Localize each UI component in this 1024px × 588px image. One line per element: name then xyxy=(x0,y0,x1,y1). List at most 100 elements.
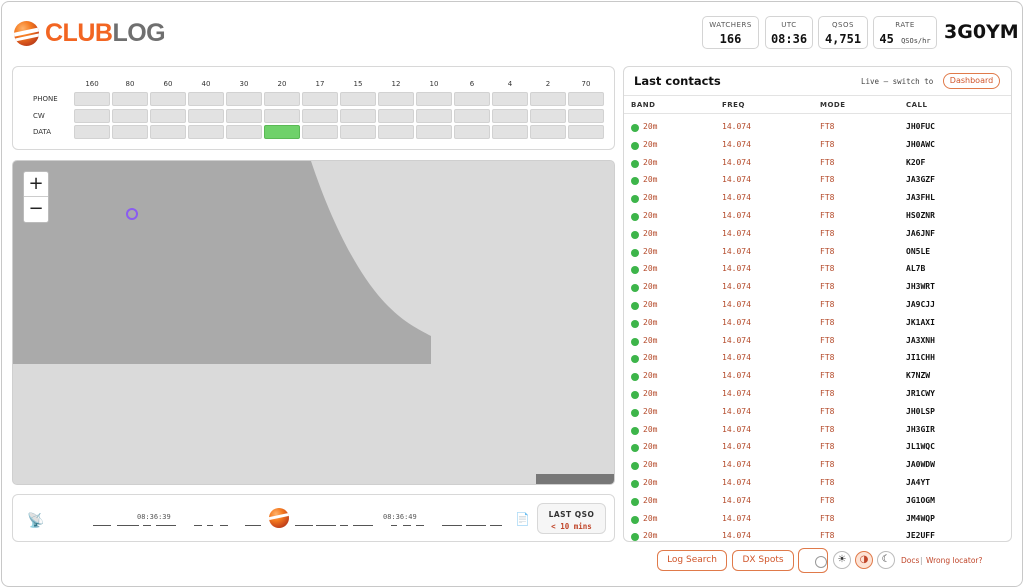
contact-row[interactable]: 20m 14.074 FT8 JK1AXI xyxy=(624,316,1011,334)
band-cell-data-12[interactable] xyxy=(378,125,414,139)
dx-spots-button[interactable]: DX Spots xyxy=(732,550,794,571)
band-cell-phone-17[interactable] xyxy=(302,92,338,106)
band-cell-data-40[interactable] xyxy=(188,125,224,139)
contact-row[interactable]: 20m 14.074 FT8 JA3FHL xyxy=(624,191,1011,209)
clublog-logo[interactable]: CLUB LOG xyxy=(14,19,166,48)
band-cell-data-17[interactable] xyxy=(302,125,338,139)
contact-row[interactable]: 20m 14.074 FT8 JA9CJJ xyxy=(624,298,1011,316)
band-cell-data-160[interactable] xyxy=(74,125,110,139)
band-cell-phone-15[interactable] xyxy=(340,92,376,106)
contact-row[interactable]: 20m 14.074 FT8 JR1CWY xyxy=(624,387,1011,405)
contact-row[interactable]: 20m 14.074 FT8 K7NZW xyxy=(624,369,1011,387)
band-cell-data-10[interactable] xyxy=(416,125,452,139)
band-cell-cw-60[interactable] xyxy=(150,109,186,123)
contact-mode: FT8 xyxy=(820,264,835,274)
band-cell-data-15[interactable] xyxy=(340,125,376,139)
band-cell-phone-20[interactable] xyxy=(264,92,300,106)
band-cell-data-30[interactable] xyxy=(226,125,262,139)
zoom-out-button[interactable]: − xyxy=(24,197,48,222)
docs-link[interactable]: Docs xyxy=(901,556,919,565)
band-cell-cw-6[interactable] xyxy=(454,109,490,123)
qso-map[interactable]: + − xyxy=(12,160,615,485)
contact-row[interactable]: 20m 14.074 FT8 HS0ZNR xyxy=(624,209,1011,227)
dashboard-button[interactable]: Dashboard xyxy=(943,73,1000,89)
contact-row[interactable]: 20m 14.074 FT8 JM4WQP xyxy=(624,512,1011,530)
band-cell-cw-2[interactable] xyxy=(530,109,566,123)
band-cell-phone-160[interactable] xyxy=(74,92,110,106)
band-header-60: 60 xyxy=(163,80,173,88)
band-cell-data-80[interactable] xyxy=(112,125,148,139)
band-cell-phone-4[interactable] xyxy=(492,92,528,106)
contact-row[interactable]: 20m 14.074 FT8 JG1OGM xyxy=(624,494,1011,512)
band-cell-phone-30[interactable] xyxy=(226,92,262,106)
band-cell-cw-12[interactable] xyxy=(378,109,414,123)
band-cell-phone-40[interactable] xyxy=(188,92,224,106)
contact-band: 20m xyxy=(643,353,658,363)
contact-call: JK1AXI xyxy=(906,317,935,327)
band-cell-cw-4[interactable] xyxy=(492,109,528,123)
band-cell-cw-160[interactable] xyxy=(74,109,110,123)
contact-call: JH3WRT xyxy=(906,282,935,292)
band-cell-phone-70[interactable] xyxy=(568,92,604,106)
contact-row[interactable]: 20m 14.074 FT8 JA3GZF xyxy=(624,173,1011,191)
status-dot-icon xyxy=(631,124,639,132)
band-cell-data-2[interactable] xyxy=(530,125,566,139)
band-cell-phone-10[interactable] xyxy=(416,92,452,106)
contact-row[interactable]: 20m 14.074 FT8 JA6JNF xyxy=(624,227,1011,245)
contact-row[interactable]: 20m 14.074 FT8 ON5LE xyxy=(624,245,1011,263)
contact-freq: 14.074 xyxy=(722,210,751,220)
band-cell-cw-15[interactable] xyxy=(340,109,376,123)
contact-row[interactable]: 20m 14.074 FT8 JI1CHH xyxy=(624,351,1011,369)
band-cell-cw-17[interactable] xyxy=(302,109,338,123)
band-cell-cw-20[interactable] xyxy=(264,109,300,123)
band-header-17: 17 xyxy=(315,80,325,88)
band-cell-phone-80[interactable] xyxy=(112,92,148,106)
wrong-locator-link[interactable]: Wrong locator? xyxy=(926,556,982,565)
band-cell-cw-80[interactable] xyxy=(112,109,148,123)
band-cell-cw-70[interactable] xyxy=(568,109,604,123)
band-header-4: 4 xyxy=(507,80,513,88)
contact-row[interactable]: 20m 14.074 FT8 JA3XNH xyxy=(624,334,1011,352)
contact-call: JH0LSP xyxy=(906,406,935,416)
contact-row[interactable]: 20m 14.074 FT8 JL1WQC xyxy=(624,440,1011,458)
log-search-button[interactable]: Log Search xyxy=(657,550,727,571)
rate-number: 45 xyxy=(879,32,894,46)
band-cell-cw-40[interactable] xyxy=(188,109,224,123)
contact-band: 20m xyxy=(643,442,658,452)
contact-row[interactable]: 20m 14.074 FT8 JH3WRT xyxy=(624,280,1011,298)
band-cell-data-70[interactable] xyxy=(568,125,604,139)
contact-freq: 14.074 xyxy=(722,264,751,274)
contact-freq: 14.074 xyxy=(722,335,751,345)
band-cell-cw-10[interactable] xyxy=(416,109,452,123)
band-cell-cw-30[interactable] xyxy=(226,109,262,123)
band-cell-phone-6[interactable] xyxy=(454,92,490,106)
contact-row[interactable]: 20m 14.074 FT8 K2OF xyxy=(624,156,1011,174)
contact-row[interactable]: 20m 14.074 FT8 JA4YT xyxy=(624,476,1011,494)
band-cell-data-20[interactable] xyxy=(264,125,300,139)
logo-globe-icon xyxy=(14,21,39,46)
contact-row[interactable]: 20m 14.074 FT8 JE2UFF xyxy=(624,529,1011,541)
band-header-2: 2 xyxy=(545,80,551,88)
contact-row[interactable]: 20m 14.074 FT8 JH3GIR xyxy=(624,423,1011,441)
sun-icon[interactable]: ☀ xyxy=(833,551,851,569)
band-cell-data-6[interactable] xyxy=(454,125,490,139)
status-dot-icon xyxy=(631,159,639,168)
band-cell-phone-12[interactable] xyxy=(378,92,414,106)
contact-band: 20m xyxy=(643,406,658,416)
contact-freq: 14.074 xyxy=(722,531,751,541)
band-cell-data-4[interactable] xyxy=(492,125,528,139)
moon-icon[interactable]: ☾ xyxy=(877,551,895,569)
contact-row[interactable]: 20m 14.074 FT8 JH0FUC xyxy=(624,120,1011,138)
link-separator: | xyxy=(920,556,923,565)
band-cell-phone-2[interactable] xyxy=(530,92,566,106)
zoom-in-button[interactable]: + xyxy=(24,172,48,197)
contact-row[interactable]: 20m 14.074 FT8 JH0AWC xyxy=(624,138,1011,156)
contact-row[interactable]: 20m 14.074 FT8 JA0WDW xyxy=(624,458,1011,476)
band-cell-data-60[interactable] xyxy=(150,125,186,139)
contact-row[interactable]: 20m 14.074 FT8 AL7B xyxy=(624,262,1011,280)
contrast-icon[interactable]: ◑ xyxy=(855,551,873,569)
band-cell-phone-60[interactable] xyxy=(150,92,186,106)
toggle-button[interactable] xyxy=(798,548,828,573)
contact-mode: FT8 xyxy=(820,175,835,185)
contact-row[interactable]: 20m 14.074 FT8 JH0LSP xyxy=(624,405,1011,423)
